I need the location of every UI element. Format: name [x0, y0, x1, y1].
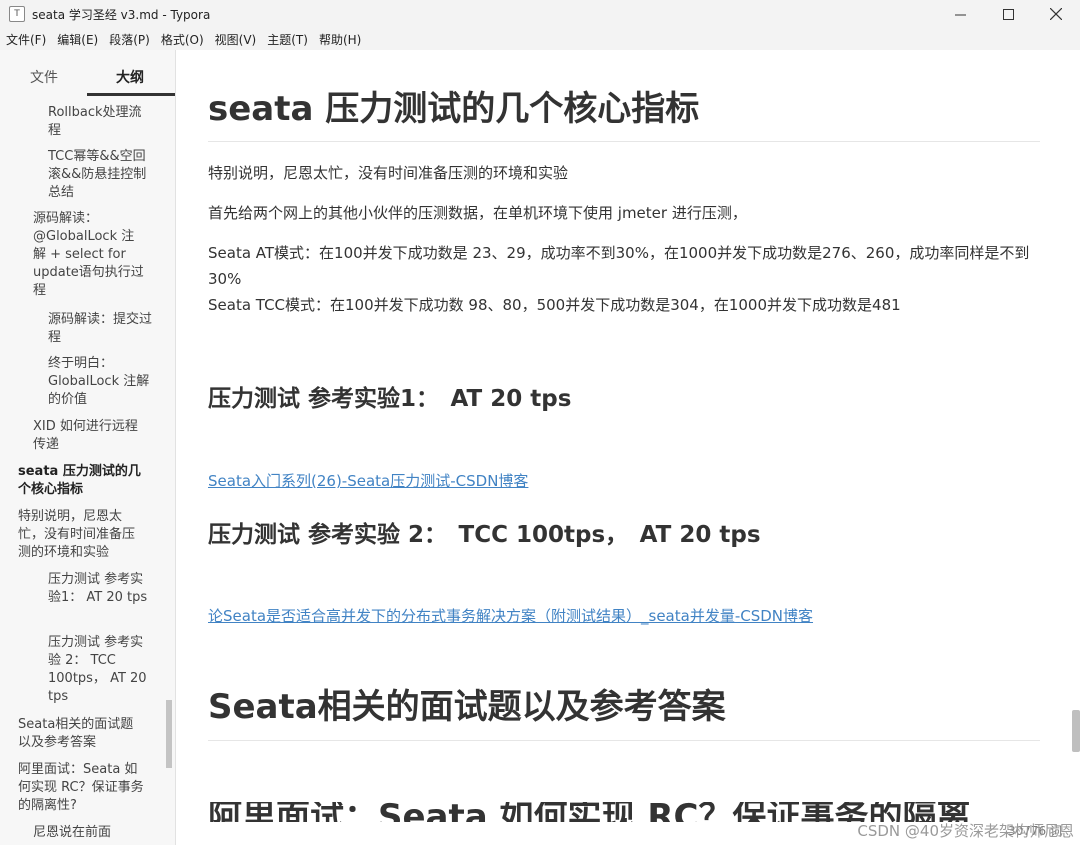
- window-controls: [936, 0, 1080, 28]
- outline-item[interactable]: XID 如何进行远程传递: [33, 418, 145, 454]
- outline-item[interactable]: Seata相关的面试题以及参考答案: [18, 716, 146, 752]
- menu-format[interactable]: 格式(O): [155, 31, 209, 48]
- outline-item[interactable]: 源码解读：提交过程: [48, 311, 152, 347]
- reference-link[interactable]: 论Seata是否适合高并发下的分布式事务解决方案（附测试结果）_seata并发量…: [208, 605, 813, 626]
- tab-files[interactable]: 文件: [30, 67, 58, 87]
- outline-item[interactable]: Rollback处理流程: [48, 104, 152, 140]
- sidebar: 文件 大纲 Rollback处理流程 TCC幂等&&空回滚&&防悬挂控制总结 源…: [0, 50, 176, 845]
- menu-paragraph[interactable]: 段落(P): [103, 31, 155, 48]
- outline-item[interactable]: 阿里面试：Seata 如何实现 RC？保证事务的隔离性?: [18, 761, 148, 815]
- heading-1-partial: 阿里面试：Seata 如何实现 RC？保证事务的隔离: [208, 802, 971, 822]
- window-title: seata 学习圣经 v3.md - Typora: [32, 7, 211, 22]
- close-button[interactable]: [1032, 0, 1080, 28]
- editor[interactable]: seata 压力测试的几个核心指标 特别说明，尼恩太忙，没有时间准备压测的环境和…: [176, 50, 1080, 845]
- heading-3: 压力测试 参考实验 2： TCC 100tps， AT 20 tps: [208, 522, 761, 548]
- menu-edit[interactable]: 编辑(E): [51, 31, 103, 48]
- menu-help[interactable]: 帮助(H): [313, 31, 366, 48]
- outline-item-active[interactable]: seata 压力测试的几个核心指标: [18, 463, 152, 499]
- menu-theme[interactable]: 主题(T): [261, 31, 313, 48]
- outline-item[interactable]: 特别说明，尼恩太忙，没有时间准备压测的环境和实验: [18, 508, 146, 562]
- outline-item[interactable]: 压力测试 参考实验 2： TCC 100tps， AT 20 tps: [48, 634, 148, 706]
- heading-1: seata 压力测试的几个核心指标: [208, 89, 700, 129]
- heading-rule: [208, 141, 1040, 142]
- heading-1-partial-text: 阿里面试：Seata 如何实现 RC？保证事务的隔离: [208, 802, 971, 822]
- outline-item[interactable]: 压力测试 参考实验1： AT 20 tps: [48, 571, 148, 607]
- title-bar: T seata 学习圣经 v3.md - Typora: [0, 0, 1080, 28]
- sidebar-scrollbar[interactable]: [166, 700, 172, 768]
- active-tab-indicator: [87, 93, 175, 96]
- menu-view[interactable]: 视图(V): [209, 31, 262, 48]
- heading-1: Seata相关的面试题以及参考答案: [208, 687, 726, 727]
- maximize-button[interactable]: [984, 0, 1032, 28]
- minimize-icon: [954, 14, 966, 15]
- menu-bar: 文件(F) 编辑(E) 段落(P) 格式(O) 视图(V) 主题(T) 帮助(H…: [0, 28, 1080, 50]
- editor-scrollbar[interactable]: [1072, 710, 1080, 752]
- outline-item[interactable]: TCC幂等&&空回滚&&防悬挂控制总结: [48, 148, 152, 202]
- heading-rule: [208, 740, 1040, 741]
- paragraph: 首先给两个网上的其他小伙伴的压测数据，在单机环境下使用 jmeter 进行压测，: [208, 204, 747, 222]
- outline-item[interactable]: 尼恩说在前面: [33, 824, 145, 842]
- paragraph: Seata AT模式：在100并发下成功数是 23、29，成功率不到30%，在1…: [208, 244, 1030, 288]
- outline-item[interactable]: 源码解读：@GlobalLock 注解 + select for update语…: [33, 210, 145, 300]
- outline-item[interactable]: 终于明白：GlobalLock 注解的价值: [48, 355, 152, 409]
- paragraph: Seata TCC模式：在100并发下成功数 98、80，500并发下成功数是3…: [208, 296, 901, 314]
- maximize-icon: [1002, 8, 1014, 20]
- minimize-button[interactable]: [936, 0, 984, 28]
- paragraph: 特别说明，尼恩太忙，没有时间准备压测的环境和实验: [208, 164, 569, 182]
- sidebar-tabs: 文件 大纲: [0, 50, 175, 98]
- typora-app-icon: T: [9, 6, 25, 22]
- csdn-watermark: CSDN @40岁资深老架构师尼恩: [857, 822, 1074, 840]
- heading-3: 压力测试 参考实验1： AT 20 tps: [208, 386, 572, 412]
- close-icon: [1050, 8, 1062, 20]
- reference-link[interactable]: Seata入门系列(26)-Seata压力测试-CSDN博客: [208, 470, 528, 491]
- tab-outline[interactable]: 大纲: [116, 67, 144, 87]
- menu-file[interactable]: 文件(F): [0, 31, 51, 48]
